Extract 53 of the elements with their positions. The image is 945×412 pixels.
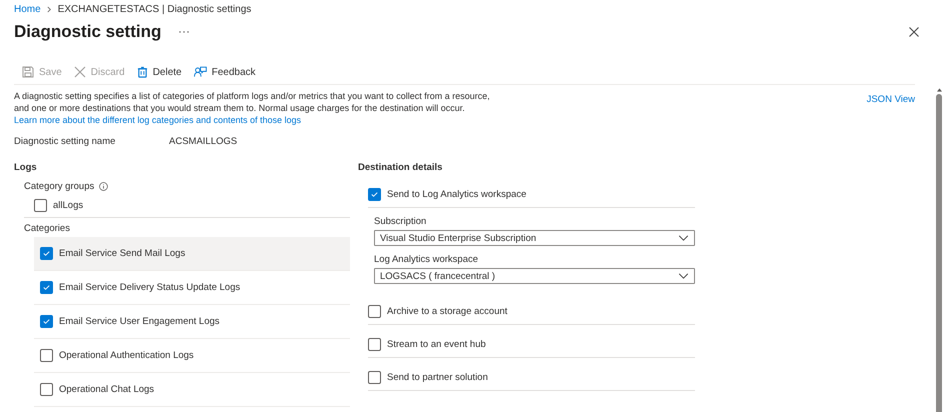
checkbox-label: Email Service Send Mail Logs bbox=[59, 248, 186, 259]
destination-heading: Destination details bbox=[358, 160, 444, 174]
checkbox[interactable] bbox=[40, 383, 53, 396]
dropdown[interactable]: LOGSACS ( francecentral ) bbox=[374, 268, 695, 284]
checkmark-icon bbox=[42, 249, 51, 258]
close-icon bbox=[74, 66, 86, 78]
highlighted-row[interactable]: Email Service Send Mail Logs bbox=[34, 237, 350, 271]
checkbox-label: Stream to an event hub bbox=[387, 338, 486, 350]
checkbox-label: Email Service User Engagement Logs bbox=[59, 316, 220, 327]
categories-label: Categories bbox=[24, 223, 71, 236]
close-icon[interactable] bbox=[909, 27, 919, 37]
dropdown[interactable]: Visual Studio Enterprise Subscription bbox=[374, 230, 695, 246]
field-label: Log Analytics workspace bbox=[374, 254, 480, 265]
checkbox[interactable] bbox=[368, 370, 381, 384]
page-title: Diagnostic setting bbox=[14, 22, 162, 42]
description-text: A diagnostic setting specifies a list of categories of platform logs and/or metrics that you want to collect from a resource, and one or more destinations that you would stream them to. Normal usage charges for the destination will occur. Learn more about the different log categories and contents of those logs bbox=[14, 90, 491, 126]
chevron-down-icon bbox=[678, 235, 689, 241]
checkbox-label: Archive to a storage account bbox=[387, 306, 508, 316]
checkbox-label: Email Service Delivery Status Update Logs bbox=[59, 282, 240, 293]
arrow-up-icon[interactable] bbox=[936, 88, 942, 92]
category-groups-label: Category groups bbox=[24, 180, 94, 192]
info-icon[interactable] bbox=[99, 182, 108, 190]
logs-heading: Logs bbox=[14, 160, 38, 174]
checkbox[interactable] bbox=[40, 349, 53, 362]
checkmark-icon bbox=[42, 317, 51, 326]
chevron-icon bbox=[46, 6, 52, 12]
checkbox-label: Send to partner solution bbox=[387, 372, 488, 382]
checkbox[interactable] bbox=[368, 188, 381, 200]
checkbox-label: allLogs bbox=[53, 200, 84, 210]
checkbox[interactable] bbox=[40, 247, 53, 260]
checkmark-icon bbox=[370, 190, 379, 198]
setting-name-value: ACSMAILLOGS bbox=[169, 136, 238, 147]
checkbox[interactable] bbox=[40, 281, 53, 294]
json-view-link[interactable]: JSON View bbox=[866, 94, 915, 106]
checkbox-label: Operational Authentication Logs bbox=[59, 350, 194, 361]
field-label: Subscription bbox=[374, 216, 428, 227]
checkmark-icon bbox=[42, 283, 51, 292]
learn-more-link[interactable]: Learn more about the different log categories and contents of those logs bbox=[14, 115, 302, 125]
toolbar-button[interactable]: Feedback bbox=[190, 64, 260, 80]
checkbox[interactable] bbox=[368, 338, 381, 350]
breadcrumb-link[interactable]: EXCHANGETESTACS | Diagnostic settings bbox=[58, 4, 252, 14]
checkbox[interactable] bbox=[40, 315, 53, 328]
feedback-icon bbox=[194, 66, 207, 78]
checkbox[interactable] bbox=[368, 304, 381, 318]
chevron-down-icon bbox=[678, 273, 689, 279]
checkbox[interactable] bbox=[34, 198, 47, 212]
trash-icon bbox=[136, 66, 148, 78]
checkbox-label: Send to Log Analytics workspace bbox=[387, 188, 526, 200]
checkbox-label: Operational Chat Logs bbox=[59, 384, 154, 395]
toolbar-button[interactable]: Delete bbox=[132, 64, 186, 80]
save-icon bbox=[22, 66, 34, 78]
breadcrumb-link[interactable]: Home bbox=[14, 4, 41, 14]
setting-name-label: Diagnostic setting name bbox=[14, 136, 116, 147]
